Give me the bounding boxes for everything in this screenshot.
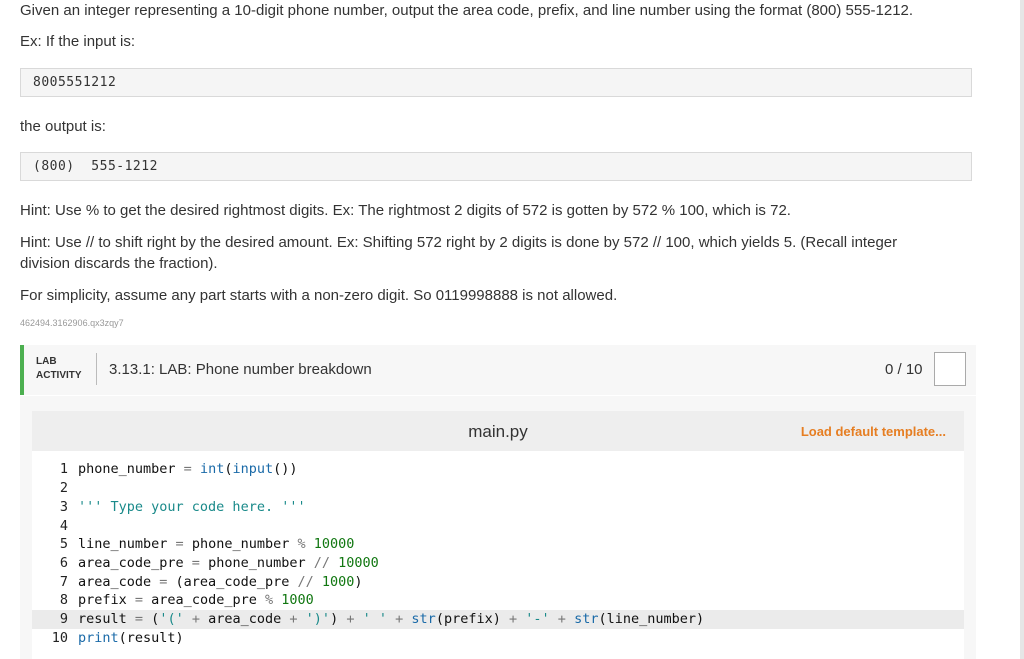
code-line[interactable]: 5 line_number = phone_number % 10000 bbox=[32, 535, 964, 554]
line-number: 1 bbox=[59, 461, 68, 477]
hint-modulo: Hint: Use % to get the desired rightmost… bbox=[20, 202, 791, 219]
page-scrollbar-edge bbox=[1020, 0, 1024, 659]
editor-header: main.py Load default template... bbox=[32, 411, 964, 451]
code-text: area_code = (area_code_pre // 1000) bbox=[78, 574, 363, 590]
completion-checkbox[interactable] bbox=[934, 352, 966, 386]
line-number: 9 bbox=[59, 611, 68, 627]
code-line[interactable]: 8 prefix = area_code_pre % 1000 bbox=[32, 591, 964, 610]
line-number: 10 bbox=[51, 630, 68, 646]
lab-score: 0 / 10 bbox=[885, 361, 923, 378]
example-input-box: 8005551212 bbox=[20, 68, 972, 97]
code-text: prefix = area_code_pre % 1000 bbox=[78, 592, 314, 608]
code-line[interactable]: 2 bbox=[32, 479, 964, 498]
example-output-box: (800) 555-1212 bbox=[20, 152, 972, 181]
lab-activity-label: LAB ACTIVITY bbox=[36, 355, 82, 383]
code-text: line_number = phone_number % 10000 bbox=[78, 536, 355, 552]
intro-text: Given an integer representing a 10-digit… bbox=[20, 2, 914, 19]
line-number: 6 bbox=[59, 555, 68, 571]
line-number: 8 bbox=[59, 592, 68, 608]
lab-divider bbox=[96, 353, 97, 385]
line-number: 5 bbox=[59, 536, 68, 552]
lab-label-line1: LAB bbox=[36, 356, 57, 367]
line-number: 7 bbox=[59, 574, 68, 590]
code-line-active[interactable]: 9 result = ('(' + area_code + ')') + ' ' … bbox=[32, 610, 964, 629]
code-line[interactable]: 1 phone_number = int(input()) bbox=[32, 460, 964, 479]
code-text-area[interactable]: 1 phone_number = int(input()) 2 3 ''' Type… bbox=[32, 451, 964, 659]
line-number: 4 bbox=[59, 518, 68, 534]
code-line[interactable]: 3 ''' Type your code here. ''' bbox=[32, 498, 964, 517]
lab-activity-header: LAB ACTIVITY 3.13.1: LAB: Phone number b… bbox=[20, 345, 976, 395]
code-text: ''' Type your code here. ''' bbox=[78, 499, 306, 515]
line-number: 3 bbox=[59, 499, 68, 515]
code-line[interactable]: 4 bbox=[32, 517, 964, 536]
line-number: 2 bbox=[59, 480, 68, 496]
content-id: 462494.3162906.qx3zqy7 bbox=[20, 318, 124, 328]
load-default-template-link[interactable]: Load default template... bbox=[801, 424, 946, 439]
example-output-label: the output is: bbox=[20, 118, 106, 135]
code-text: phone_number = int(input()) bbox=[78, 461, 298, 477]
code-editor-panel: main.py Load default template... 1 phone_… bbox=[20, 396, 976, 659]
code-line[interactable]: 6 area_code_pre = phone_number // 10000 bbox=[32, 554, 964, 573]
hint-floor-division: Hint: Use // to shift right by the desir… bbox=[20, 234, 898, 272]
code-line[interactable]: 7 area_code = (area_code_pre // 1000) bbox=[32, 573, 964, 592]
code-line[interactable]: 10 print(result) bbox=[32, 629, 964, 648]
lab-label-line2: ACTIVITY bbox=[36, 370, 82, 381]
code-text: result = ('(' + area_code + ')') + ' ' +… bbox=[78, 611, 705, 627]
code-text: print(result) bbox=[78, 630, 184, 646]
simplicity-note: For simplicity, assume any part starts w… bbox=[20, 287, 618, 304]
code-text: area_code_pre = phone_number // 10000 bbox=[78, 555, 379, 571]
example-input-label: Ex: If the input is: bbox=[20, 33, 136, 50]
lab-title: 3.13.1: LAB: Phone number breakdown bbox=[109, 361, 372, 378]
